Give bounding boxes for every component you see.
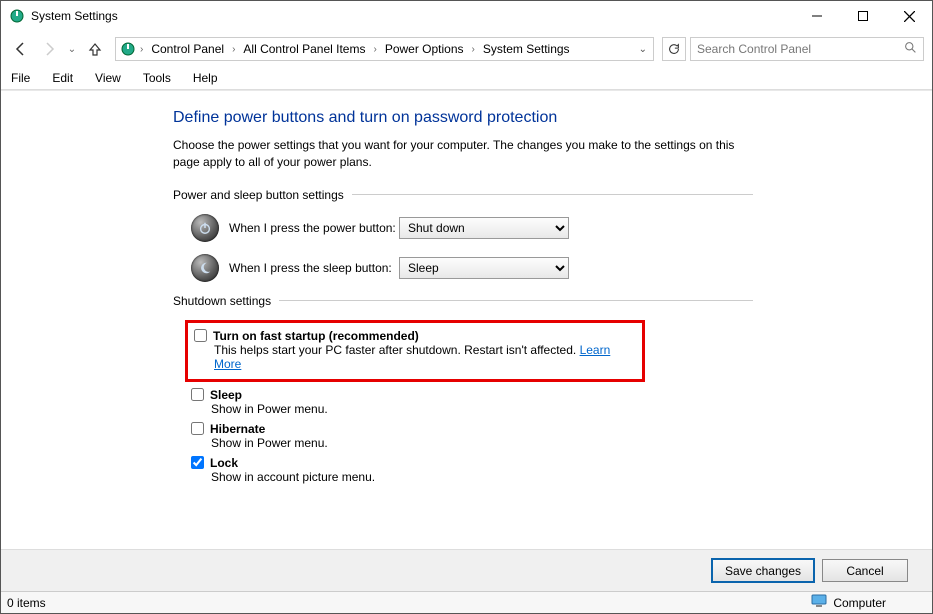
fast-startup-desc-text: This helps start your PC faster after sh… — [214, 343, 580, 357]
divider — [279, 300, 753, 301]
lock-desc: Show in account picture menu. — [191, 470, 753, 484]
back-button[interactable] — [9, 37, 33, 61]
app-icon — [9, 8, 25, 24]
close-button[interactable] — [886, 1, 932, 31]
window-controls — [794, 1, 932, 31]
titlebar: System Settings — [1, 1, 932, 31]
section-power-sleep: Power and sleep button settings — [173, 188, 753, 202]
power-button-select[interactable]: Shut down — [399, 217, 569, 239]
divider — [352, 194, 753, 195]
content-area: Define power buttons and turn on passwor… — [1, 90, 932, 549]
breadcrumb-item[interactable]: Power Options — [381, 42, 468, 56]
action-bar: Save changes Cancel — [1, 549, 932, 591]
chevron-right-icon: › — [373, 44, 376, 55]
power-button-row: When I press the power button: Shut down — [173, 214, 753, 242]
breadcrumb[interactable]: › Control Panel › All Control Panel Item… — [115, 37, 654, 61]
search-placeholder: Search Control Panel — [697, 42, 811, 56]
menubar: File Edit View Tools Help — [1, 67, 932, 90]
breadcrumb-icon — [120, 41, 136, 57]
highlight-fast-startup: Turn on fast startup (recommended) This … — [185, 320, 645, 382]
fast-startup-desc: This helps start your PC faster after sh… — [194, 343, 634, 371]
lock-label: Lock — [210, 456, 238, 470]
menu-tools[interactable]: Tools — [139, 69, 175, 87]
moon-icon — [191, 254, 219, 282]
menu-file[interactable]: File — [7, 69, 34, 87]
chevron-right-icon: › — [472, 44, 475, 55]
sleep-desc: Show in Power menu. — [191, 402, 753, 416]
statusbar: 0 items Computer — [1, 591, 932, 613]
menu-view[interactable]: View — [91, 69, 125, 87]
status-items: 0 items — [7, 596, 46, 610]
recent-locations-dropdown[interactable]: ⌄ — [65, 37, 79, 61]
section-power-sleep-label: Power and sleep button settings — [173, 188, 344, 202]
window-title: System Settings — [31, 9, 794, 23]
fast-startup-label: Turn on fast startup (recommended) — [213, 329, 419, 343]
save-button[interactable]: Save changes — [712, 559, 814, 582]
up-button[interactable] — [83, 37, 107, 61]
sleep-checkbox[interactable] — [191, 388, 204, 401]
forward-button[interactable] — [37, 37, 61, 61]
chevron-down-icon[interactable]: ⌄ — [639, 44, 647, 55]
navigation-row: ⌄ › Control Panel › All Control Panel It… — [1, 31, 932, 67]
cancel-button[interactable]: Cancel — [822, 559, 908, 582]
chevron-right-icon: › — [140, 44, 143, 55]
sleep-button-row: When I press the sleep button: Sleep — [173, 254, 753, 282]
breadcrumb-item[interactable]: System Settings — [479, 42, 574, 56]
lock-checkbox[interactable] — [191, 456, 204, 469]
hibernate-desc: Show in Power menu. — [191, 436, 753, 450]
section-shutdown-label: Shutdown settings — [173, 294, 271, 308]
status-location: Computer — [833, 596, 886, 610]
menu-help[interactable]: Help — [189, 69, 222, 87]
fast-startup-checkbox[interactable] — [194, 329, 207, 342]
power-button-label: When I press the power button: — [229, 221, 399, 235]
menu-edit[interactable]: Edit — [48, 69, 77, 87]
page-title: Define power buttons and turn on passwor… — [173, 109, 753, 127]
minimize-button[interactable] — [794, 1, 840, 31]
breadcrumb-item[interactable]: Control Panel — [147, 42, 228, 56]
search-icon — [904, 41, 917, 57]
chevron-right-icon: › — [232, 44, 235, 55]
section-shutdown: Shutdown settings — [173, 294, 753, 308]
breadcrumb-item[interactable]: All Control Panel Items — [239, 42, 369, 56]
page-description: Choose the power settings that you want … — [173, 137, 753, 172]
hibernate-checkbox[interactable] — [191, 422, 204, 435]
sleep-label: Sleep — [210, 388, 242, 402]
sleep-button-select[interactable]: Sleep — [399, 257, 569, 279]
hibernate-label: Hibernate — [210, 422, 265, 436]
refresh-button[interactable] — [662, 37, 686, 61]
sleep-button-label: When I press the sleep button: — [229, 261, 399, 275]
power-icon — [191, 214, 219, 242]
search-input[interactable]: Search Control Panel — [690, 37, 924, 61]
maximize-button[interactable] — [840, 1, 886, 31]
computer-icon — [811, 594, 827, 611]
